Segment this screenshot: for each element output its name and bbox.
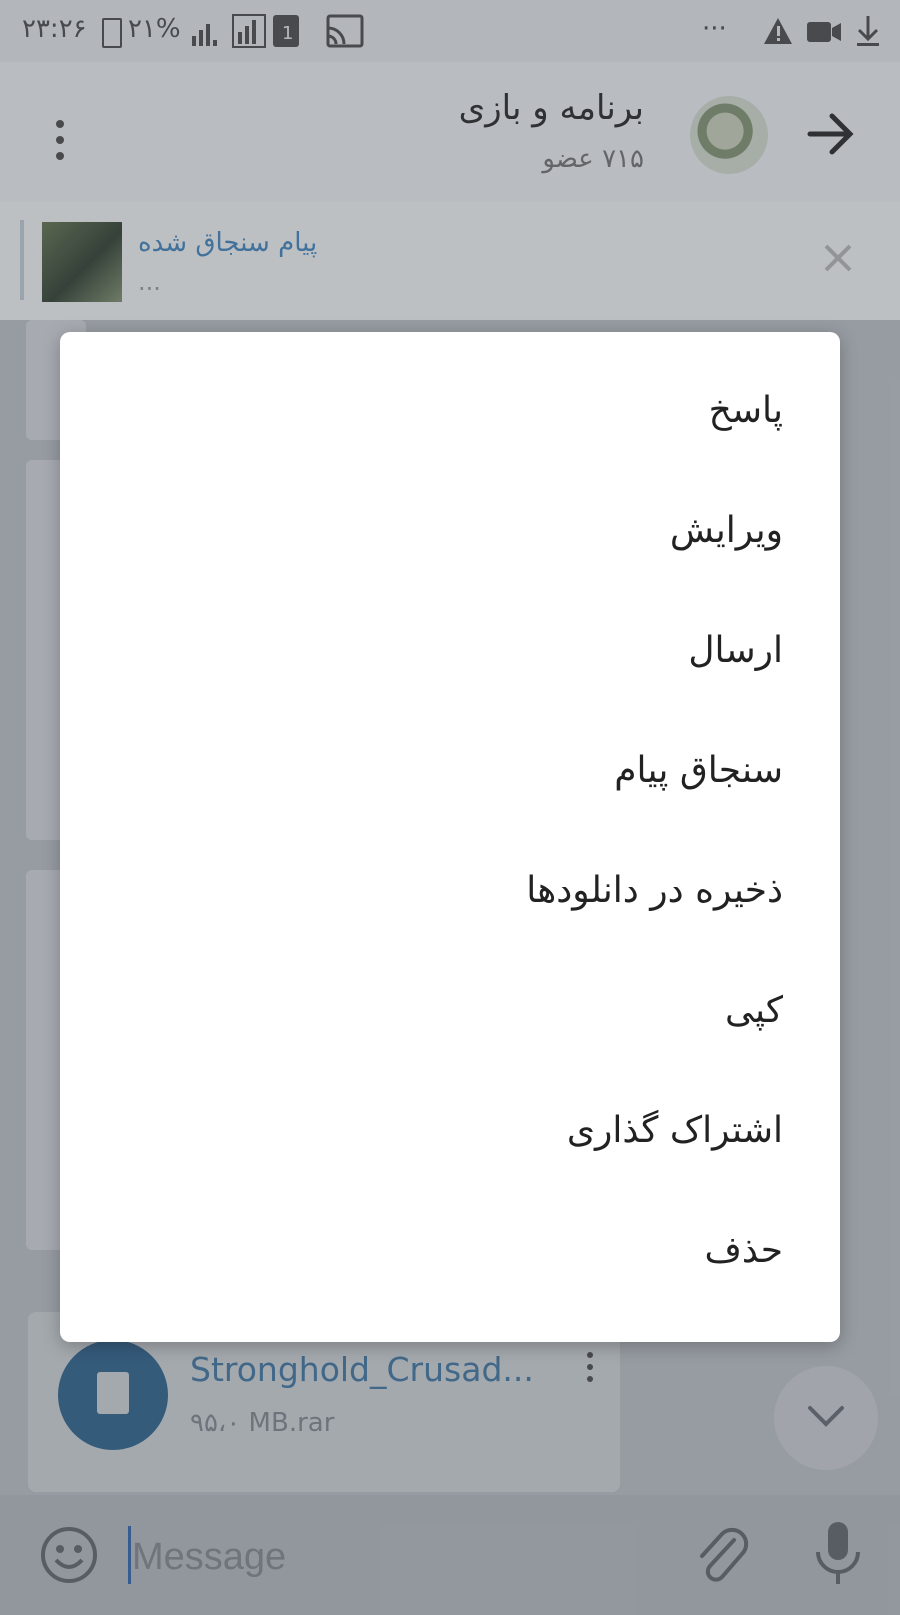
message-context-menu: پاسخ ویرایش ارسال سنجاق پیام ذخیره در دا… [60, 332, 840, 1342]
menu-item-share[interactable]: اشتراک گذاری [567, 1110, 783, 1151]
menu-item-save-to-downloads[interactable]: ذخیره در دانلودها [526, 870, 783, 911]
menu-item-reply[interactable]: پاسخ [709, 390, 783, 431]
menu-item-pin[interactable]: سنجاق پیام [614, 750, 783, 791]
menu-item-copy[interactable]: کپی [725, 990, 783, 1031]
menu-item-delete[interactable]: حذف [705, 1230, 783, 1271]
menu-item-edit[interactable]: ویرایش [670, 510, 783, 551]
menu-item-forward[interactable]: ارسال [688, 630, 783, 671]
